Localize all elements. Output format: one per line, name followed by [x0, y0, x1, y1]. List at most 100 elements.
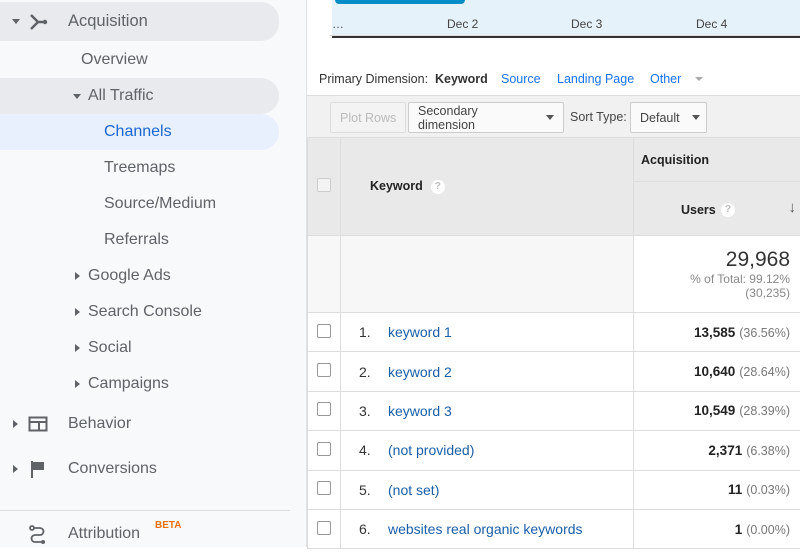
total-overall: (30,235): [634, 286, 790, 300]
acquisition-icon: [28, 12, 48, 32]
row-checkbox[interactable]: [317, 402, 331, 416]
totals-row: 29,968 % of Total: 99.12% (30,235): [308, 236, 800, 313]
row-checkbox[interactable]: [317, 521, 331, 535]
caret-down-icon: [546, 115, 554, 120]
axis-tick: Dec 2: [447, 17, 478, 31]
button-label: Plot Rows: [340, 111, 396, 125]
select-all-checkbox[interactable]: [317, 178, 331, 192]
beta-badge: BETA: [155, 520, 181, 531]
row-percent: (28.39%): [739, 404, 790, 418]
sidebar: Acquisition Overview All Traffic Channel…: [0, 0, 307, 547]
dropdown-label: Default: [640, 111, 680, 125]
nav-referrals[interactable]: Referrals: [0, 222, 279, 258]
flag-icon: [28, 459, 48, 479]
caret-down-icon: [12, 19, 20, 24]
row-percent: (6.38%): [746, 444, 790, 458]
table-row: 4.(not provided) 2,371 (6.38%): [308, 431, 800, 470]
help-icon[interactable]: ?: [721, 203, 735, 217]
behavior-icon: [28, 414, 48, 434]
row-users: 10,549: [694, 403, 735, 418]
table-toolbar: Plot Rows Secondary dimension Sort Type:…: [307, 95, 800, 137]
total-users: 29,968: [634, 248, 790, 272]
caret-right-icon: [13, 465, 18, 473]
acquisition-group-header: Acquisition: [634, 138, 800, 182]
help-icon[interactable]: ?: [431, 180, 445, 194]
dimension-landing-page[interactable]: Landing Page: [557, 72, 634, 86]
nav-label: Attribution: [68, 525, 140, 543]
nav-label: Overview: [81, 51, 148, 69]
chart-series-line: [335, 0, 465, 4]
table-row: 6.websites real organic keywords 1(0.00%…: [308, 509, 800, 548]
header-label: Keyword: [370, 179, 423, 193]
users-header[interactable]: Users? ↓: [634, 182, 800, 236]
keyword-link[interactable]: keyword 1: [388, 324, 452, 340]
row-checkbox[interactable]: [317, 442, 331, 456]
keyword-header[interactable]: Keyword?: [341, 138, 634, 236]
row-index: 6.: [359, 521, 388, 537]
nav-social[interactable]: Social: [0, 330, 279, 366]
nav-label: All Traffic: [88, 87, 154, 105]
row-users: 13,585: [694, 325, 735, 340]
plot-rows-button[interactable]: Plot Rows: [330, 102, 406, 133]
nav-all-traffic[interactable]: All Traffic: [0, 78, 279, 114]
caret-right-icon: [75, 344, 80, 352]
row-index: 4.: [359, 442, 388, 458]
nav-treemaps[interactable]: Treemaps: [0, 150, 279, 186]
row-checkbox[interactable]: [317, 324, 331, 338]
dimension-keyword[interactable]: Keyword: [435, 72, 488, 86]
row-index: 3.: [359, 403, 388, 419]
axis-line: [329, 35, 800, 36]
nav-conversions[interactable]: Conversions: [0, 451, 279, 487]
axis-tick: Dec 3: [571, 17, 602, 31]
nav-google-ads[interactable]: Google Ads: [0, 258, 279, 294]
row-users: 11: [728, 482, 742, 497]
nav-behavior[interactable]: Behavior: [0, 406, 279, 442]
table-row: 5.(not set) 11(0.03%): [308, 470, 800, 509]
dimension-source[interactable]: Source: [501, 72, 541, 86]
table-row: 2.keyword 2 10,640(28.64%): [308, 352, 800, 391]
primary-dimension-label: Primary Dimension:: [319, 72, 428, 86]
keyword-link[interactable]: websites real organic keywords: [388, 521, 583, 537]
nav-label: Conversions: [68, 460, 157, 478]
row-checkbox[interactable]: [317, 363, 331, 377]
keyword-link[interactable]: (not provided): [388, 442, 474, 458]
row-percent: (28.64%): [739, 365, 790, 379]
attribution-icon: [28, 524, 48, 544]
secondary-dimension-dropdown[interactable]: Secondary dimension: [408, 102, 564, 133]
sort-desc-arrow-icon[interactable]: ↓: [789, 199, 797, 216]
nav-overview[interactable]: Overview: [0, 42, 279, 78]
caret-right-icon: [13, 420, 18, 428]
keyword-link[interactable]: keyword 2: [388, 364, 452, 380]
dimension-other[interactable]: Other: [650, 72, 681, 86]
sort-type-dropdown[interactable]: Default: [630, 102, 707, 133]
nav-channels[interactable]: Channels: [0, 114, 279, 150]
keyword-link[interactable]: keyword 3: [388, 403, 452, 419]
nav-label: Social: [88, 339, 132, 357]
main-content: … Dec 2 Dec 3 Dec 4 Primary Dimension: K…: [307, 0, 800, 547]
nav-acquisition[interactable]: Acquisition: [0, 2, 279, 41]
nav-label: Treemaps: [104, 159, 175, 177]
row-users: 1: [735, 522, 743, 537]
total-percent: % of Total: 99.12%: [634, 272, 790, 286]
nav-label: Google Ads: [88, 267, 171, 285]
nav-label: Channels: [104, 123, 172, 141]
row-users: 10,640: [694, 364, 735, 379]
caret-down-icon: [692, 115, 700, 120]
caret-down-icon: [73, 94, 81, 99]
keyword-link[interactable]: (not set): [388, 482, 439, 498]
row-checkbox[interactable]: [317, 481, 331, 495]
nav-label: Referrals: [104, 231, 169, 249]
header-label: Users: [681, 203, 716, 217]
select-all-cell: [308, 138, 341, 236]
nav-campaigns[interactable]: Campaigns: [0, 366, 279, 402]
nav-label: Source/Medium: [104, 195, 216, 213]
row-users: 2,371: [708, 443, 742, 458]
nav-label: Search Console: [88, 303, 202, 321]
nav-source-medium[interactable]: Source/Medium: [0, 186, 279, 222]
chart-area: [332, 0, 800, 38]
row-percent: (36.56%): [739, 326, 790, 340]
nav-search-console[interactable]: Search Console: [0, 294, 279, 330]
caret-right-icon: [75, 308, 80, 316]
divider: [0, 510, 290, 511]
nav-label: Campaigns: [88, 375, 169, 393]
